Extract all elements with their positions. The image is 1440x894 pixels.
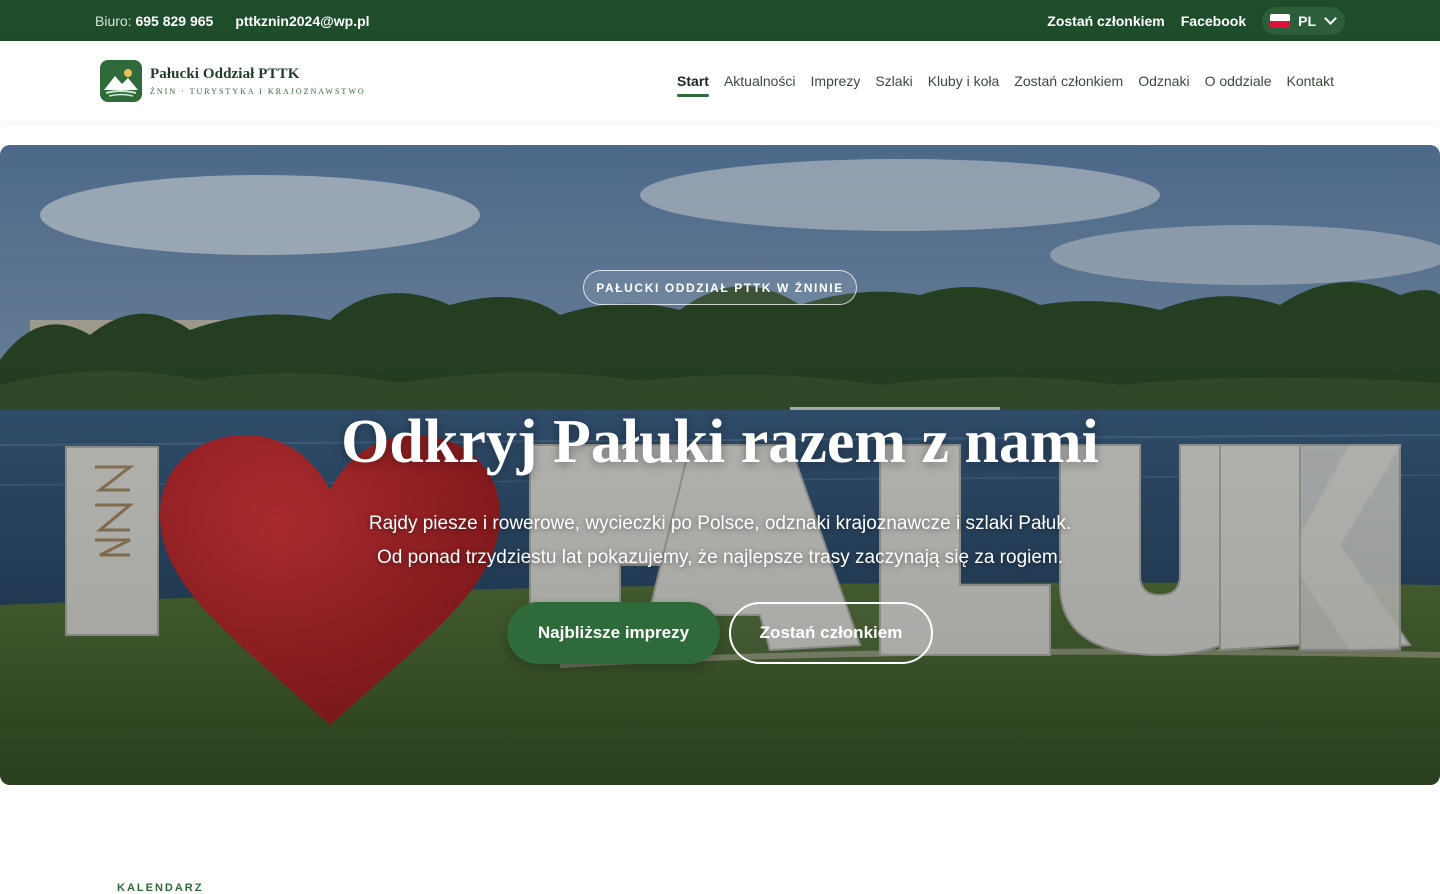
nav-item-join[interactable]: Zostań członkiem <box>1014 41 1123 121</box>
become-member-button[interactable]: Zostań członkiem <box>729 602 933 664</box>
language-code: PL <box>1298 12 1316 29</box>
hero-banner: PAŁUCKI ODDZIAŁ PTTK W ŻNINIE Odkryj Pał… <box>0 145 1440 785</box>
contact-info: Biuro: 695 829 965 pttkznin2024@wp.pl <box>95 0 370 41</box>
nav-item-contact[interactable]: Kontakt <box>1287 41 1334 121</box>
calendar-section-eyebrow: KALENDARZ <box>117 882 204 894</box>
office-label: Biuro: <box>95 12 132 29</box>
brand-text: Pałucki Oddział PTTK Żnin · Turystyka i … <box>150 66 366 96</box>
nav-item-trails[interactable]: Szlaki <box>875 41 912 121</box>
facebook-link[interactable]: Facebook <box>1181 13 1246 29</box>
poland-flag-icon <box>1270 13 1291 28</box>
hero-lead-line-1: Rajdy piesze i rowerowe, wycieczki po Po… <box>368 513 1072 534</box>
top-bar: Biuro: 695 829 965 pttkznin2024@wp.pl Zo… <box>0 0 1440 41</box>
top-join-link[interactable]: Zostań członkiem <box>1047 13 1164 29</box>
hero-lead-line-2: Od ponad trzydziestu lat pokazujemy, że … <box>376 547 1064 568</box>
nav-item-about[interactable]: O oddziale <box>1205 41 1272 121</box>
main-nav: Start Aktualności Imprezy Szlaki Kluby i… <box>677 41 1334 121</box>
mountain-lake-logo-icon <box>100 60 142 102</box>
top-links: Zostań członkiem Facebook PL <box>1047 0 1345 41</box>
upcoming-events-button[interactable]: Najbliższe imprezy <box>507 602 720 664</box>
nav-item-start[interactable]: Start <box>677 41 709 121</box>
brand-logo-link[interactable]: Pałucki Oddział PTTK Żnin · Turystyka i … <box>100 60 366 102</box>
nav-item-news[interactable]: Aktualności <box>724 41 796 121</box>
email-link[interactable]: pttkznin2024@wp.pl <box>235 13 369 29</box>
hero-eyebrow-badge: PAŁUCKI ODDZIAŁ PTTK W ŻNINIE <box>583 270 857 305</box>
office-phone[interactable]: Biuro: 695 829 965 <box>95 13 213 29</box>
brand-name: Pałucki Oddział PTTK <box>150 66 300 82</box>
nav-item-badges[interactable]: Odznaki <box>1138 41 1189 121</box>
chevron-down-icon <box>1324 12 1337 25</box>
brand-tagline: Żnin · Turystyka i Krajoznawstwo <box>150 87 366 96</box>
language-switcher[interactable]: PL <box>1262 6 1345 35</box>
site-header: Pałucki Oddział PTTK Żnin · Turystyka i … <box>0 41 1440 121</box>
hero-title: Odkryj Pałuki razem z nami <box>341 408 1099 476</box>
phone-number: 695 829 965 <box>135 12 214 29</box>
nav-item-clubs[interactable]: Kluby i koła <box>928 41 1000 121</box>
hero-lead: Rajdy piesze i rowerowe, wycieczki po Po… <box>0 507 1440 575</box>
nav-item-events[interactable]: Imprezy <box>811 41 861 121</box>
